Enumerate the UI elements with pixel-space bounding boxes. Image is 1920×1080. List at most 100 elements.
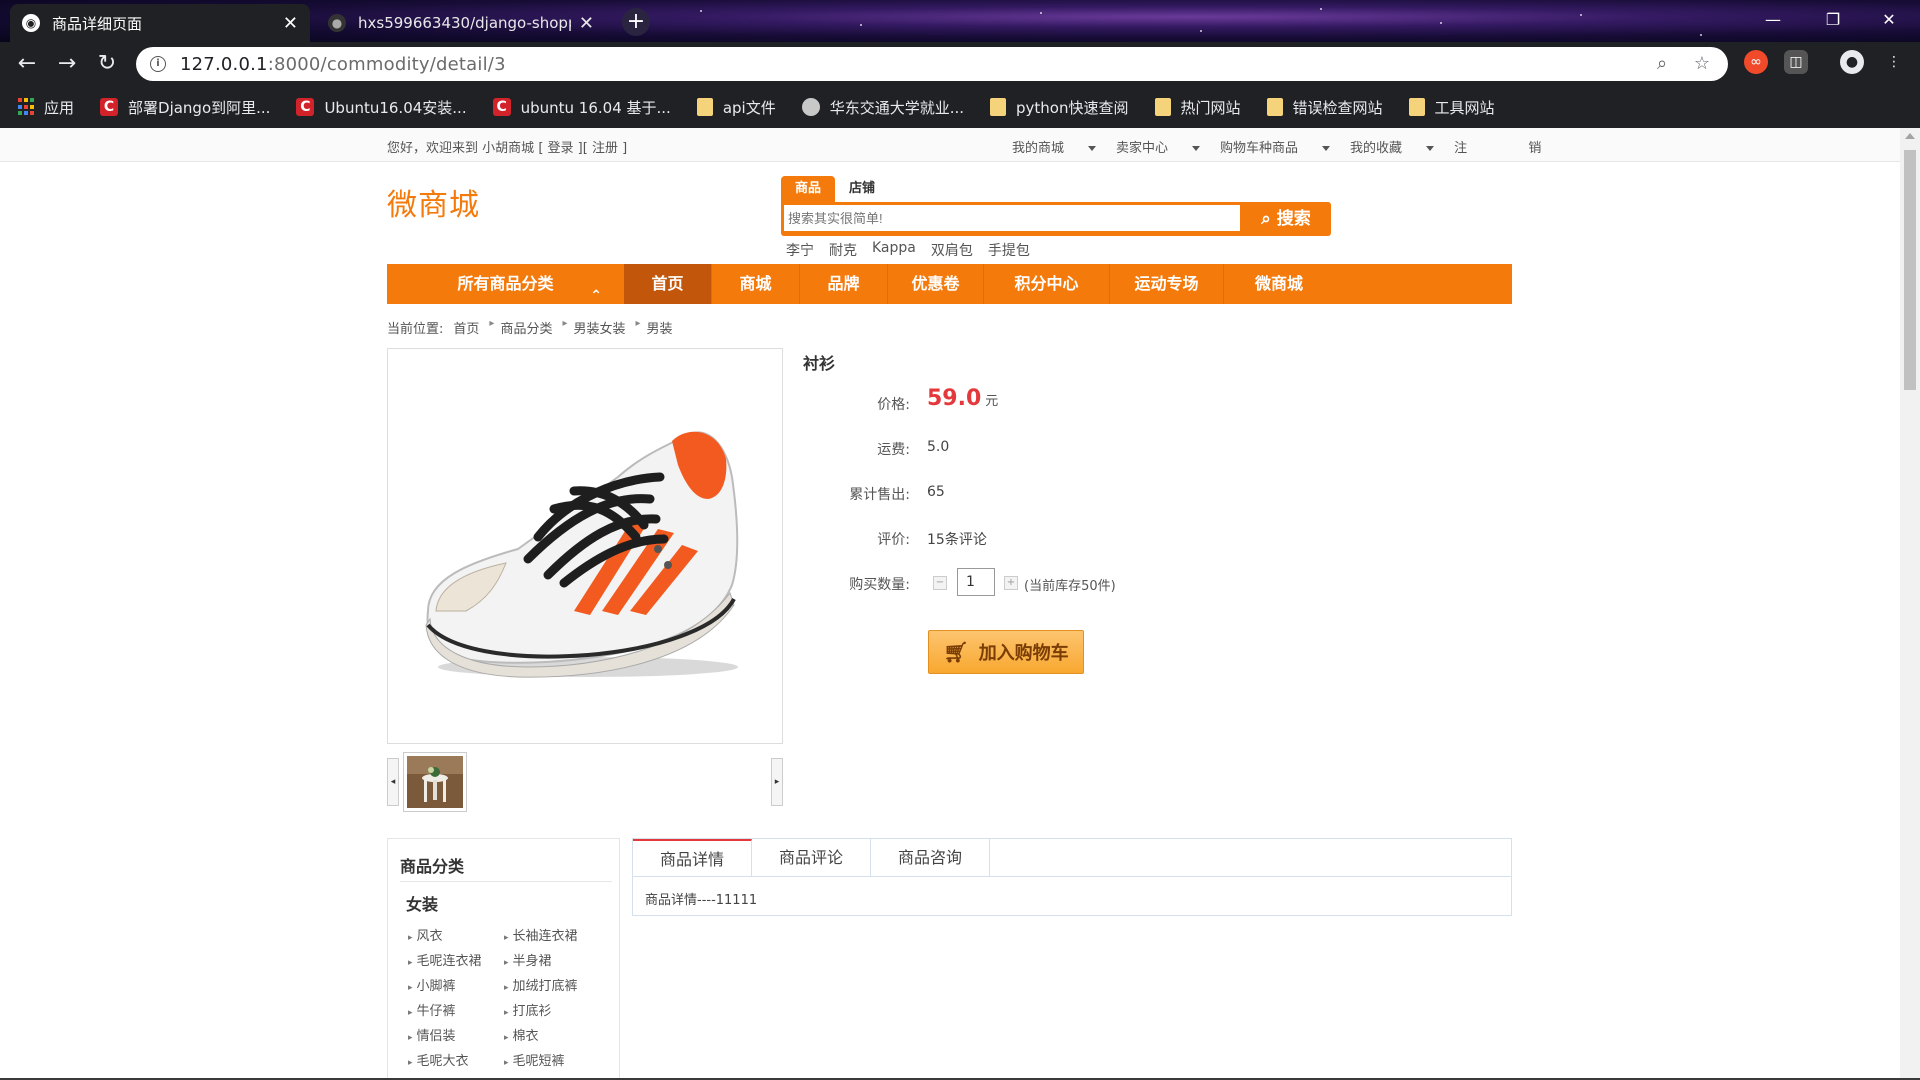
price-value: 59.0 元 [927, 386, 999, 411]
add-to-cart-button[interactable]: 🛒︎ 加入购物车 [928, 630, 1084, 674]
product-thumbnail[interactable] [403, 752, 467, 812]
divider [400, 881, 612, 882]
category-link[interactable]: 毛呢短裤 [504, 1050, 608, 1069]
category-link[interactable]: 小脚裤 [408, 975, 504, 994]
tab-reviews[interactable]: 商品评论 [752, 839, 871, 876]
chevron-down-icon [1192, 146, 1201, 151]
browser-tab[interactable]: ● hxs599663430/django-shoppi ✕ [316, 4, 606, 42]
category-link[interactable]: 打底衫 [504, 1000, 608, 1019]
quantity-decrease-button[interactable]: − [933, 576, 947, 590]
category-link[interactable]: 牛仔裤 [408, 1000, 504, 1019]
extension-icon[interactable]: ∞ [1744, 50, 1768, 74]
nav-item-brand[interactable]: 品牌 [800, 264, 888, 304]
close-window-icon[interactable]: ✕ [1874, 8, 1904, 32]
hot-word-link[interactable]: 手提包 [988, 240, 1030, 260]
zoom-icon[interactable]: ⌕ [1652, 54, 1672, 74]
breadcrumb-link[interactable]: 首页 [453, 318, 479, 337]
nav-item-mall[interactable]: 商城 [712, 264, 800, 304]
extension-icon[interactable]: ◫ [1784, 50, 1808, 74]
breadcrumb-link[interactable]: 男装女装 [573, 318, 625, 337]
hot-word-link[interactable]: 耐克 [829, 240, 857, 260]
search-button[interactable]: ⌕ 搜索 [1243, 205, 1329, 233]
nav-item-sports[interactable]: 运动专场 [1110, 264, 1224, 304]
hot-word-link[interactable]: Kappa [872, 240, 916, 260]
profile-icon[interactable]: ● [1840, 50, 1864, 74]
new-tab-button[interactable]: + [622, 8, 650, 36]
bookmark-folder[interactable]: 错误检查网站 [1266, 97, 1383, 118]
breadcrumb-link[interactable]: 商品分类 [500, 318, 552, 337]
seller-center-menu[interactable]: 卖家中心 [1116, 137, 1201, 156]
search-tab-goods[interactable]: 商品 [781, 176, 836, 202]
bookmark-folder[interactable]: python快速查阅 [990, 97, 1129, 118]
sneaker-image [425, 431, 739, 678]
thumb-prev-icon[interactable]: ◂ [387, 758, 399, 806]
close-tab-icon[interactable]: ✕ [579, 13, 594, 34]
site-info-icon[interactable]: i [150, 56, 166, 72]
category-link[interactable]: 加绒打底裤 [504, 975, 608, 994]
cart-menu[interactable]: 购物车种商品 [1220, 137, 1331, 156]
minimize-icon[interactable]: — [1758, 8, 1788, 32]
category-link[interactable]: 长袖连衣裙 [504, 925, 608, 944]
detail-content: 商品详情----11111 [645, 893, 758, 908]
category-link[interactable]: 毛呢大衣 [408, 1050, 504, 1069]
tab-inquiries[interactable]: 商品咨询 [871, 839, 990, 876]
sold-label: 累计售出: [849, 487, 910, 503]
main-nav: 所有商品分类 ⌃ 首页 商城 品牌 优惠卷 积分中心 运动专场 微商城 [387, 264, 1512, 304]
address-bar[interactable]: i 127.0.0.1:8000/commodity/detail/3 ⌕ ☆ [136, 47, 1728, 81]
breadcrumb-link[interactable]: 男装 [647, 318, 673, 337]
tab-details[interactable]: 商品详情 [633, 839, 752, 876]
back-icon[interactable]: ← [14, 51, 40, 77]
nav-item-coupons[interactable]: 优惠卷 [888, 264, 984, 304]
category-link[interactable]: 棉衣 [504, 1025, 608, 1044]
page-scrollbar[interactable] [1900, 128, 1920, 1080]
bookmark-item[interactable]: Cubuntu 16.04 基于... [492, 97, 671, 118]
favorites-menu[interactable]: 我的收藏 [1350, 137, 1435, 156]
menu-icon[interactable]: ⋮ [1882, 50, 1906, 74]
register-link[interactable]: [ 注册 ] [583, 141, 627, 156]
all-categories-button[interactable]: 所有商品分类 ⌃ [387, 264, 624, 304]
thumb-next-icon[interactable]: ▸ [771, 758, 783, 806]
search-tab-shop[interactable]: 店铺 [835, 176, 889, 202]
bookmark-star-icon[interactable]: ☆ [1692, 54, 1712, 74]
category-link[interactable]: 毛呢连衣裙 [408, 950, 504, 969]
product-main-image [387, 348, 783, 744]
bookmark-item[interactable]: 华东交通大学就业... [801, 97, 964, 118]
bookmark-item[interactable]: C 部署Django到阿里... [100, 97, 270, 118]
scroll-thumb[interactable] [1904, 150, 1916, 390]
tab-title: hxs599663430/django-shoppi [358, 14, 571, 32]
category-link[interactable]: 风衣 [408, 925, 504, 944]
close-tab-icon[interactable]: ✕ [283, 13, 298, 34]
search-input[interactable] [784, 205, 1240, 231]
search-box: ⌕ 搜索 [781, 202, 1331, 236]
hot-word-link[interactable]: 李宁 [786, 240, 814, 260]
rating-value[interactable]: 15条评论 [927, 529, 987, 549]
bookmark-apps[interactable]: 应用 [18, 97, 74, 118]
search-icon: ⌕ [1261, 209, 1271, 229]
hot-word-link[interactable]: 双肩包 [931, 240, 973, 260]
bookmark-folder[interactable]: 工具网站 [1408, 97, 1495, 118]
nav-item-micro-mall[interactable]: 微商城 [1224, 264, 1334, 304]
site-logo[interactable]: 微商城 [387, 180, 480, 224]
chevron-up-icon: ⌃ [590, 288, 602, 304]
quantity-increase-button[interactable]: + [1004, 576, 1018, 590]
category-link[interactable]: 情侣装 [408, 1025, 504, 1044]
hot-words: 李宁 耐克 Kappa 双肩包 手提包 [786, 240, 1045, 260]
restore-icon[interactable]: ❐ [1818, 8, 1848, 32]
my-mall-menu[interactable]: 我的商城 [1012, 137, 1097, 156]
bookmark-item[interactable]: C Ubuntu16.04安装... [296, 97, 467, 118]
logout-link[interactable]: 注 销 [1454, 137, 1561, 156]
login-link[interactable]: [ 登录 ] [538, 141, 582, 156]
price-label: 价格: [877, 397, 910, 413]
nav-item-home[interactable]: 首页 [624, 264, 712, 304]
scroll-up-icon[interactable] [1905, 133, 1915, 139]
forward-icon[interactable]: → [54, 51, 80, 77]
quantity-input[interactable]: 1 [957, 568, 995, 596]
detail-tabs: 商品详情 商品评论 商品咨询 [633, 839, 1511, 877]
bookmark-folder[interactable]: 热门网站 [1154, 97, 1241, 118]
nav-item-points[interactable]: 积分中心 [984, 264, 1110, 304]
welcome-text: 您好，欢迎来到 小胡商城 [ 登录 ][ 注册 ] [387, 141, 628, 156]
reload-icon[interactable]: ↻ [94, 51, 120, 77]
browser-tab-active[interactable]: ◉ 商品详细页面 ✕ [10, 4, 310, 42]
bookmark-folder[interactable]: api文件 [696, 97, 776, 118]
category-link[interactable]: 半身裙 [504, 950, 608, 969]
